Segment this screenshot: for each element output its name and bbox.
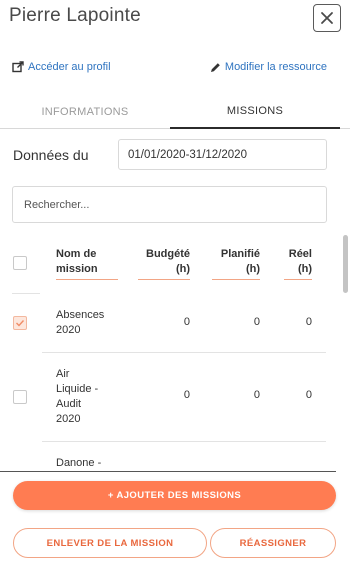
- table-row[interactable]: Absences 2020 0 0 0: [0, 293, 336, 352]
- mission-name-line: 2020: [56, 413, 81, 425]
- close-button[interactable]: [313, 4, 341, 32]
- actual-hours: 0: [305, 316, 312, 328]
- edit-resource-link-label: Modifier la ressource: [224, 61, 327, 73]
- column-header-planned[interactable]: Planifié (h): [212, 247, 260, 280]
- mission-name-line: Danone -: [56, 457, 102, 469]
- actual-hours: 0: [305, 389, 312, 401]
- date-range-input[interactable]: 01/01/2020 - 31/12/2020: [118, 139, 327, 170]
- table-row[interactable]: Danone -: [0, 441, 336, 471]
- profile-link-label: Accéder au profil: [28, 61, 111, 73]
- external-link-icon: [12, 61, 24, 73]
- budgeted-hours: 0: [183, 316, 190, 328]
- column-header-budgeted-line2: (h): [175, 263, 190, 275]
- table-row[interactable]: Air Liquide - Audit 2020 0 0 0: [0, 352, 336, 441]
- column-header-name-line2: mission: [56, 263, 98, 275]
- mission-name-line: Air: [56, 368, 70, 380]
- row-divider: [12, 293, 40, 294]
- scrollbar-thumb[interactable]: [343, 235, 348, 293]
- search-placeholder: Rechercher...: [24, 198, 90, 211]
- row-divider: [42, 352, 326, 353]
- row-checkbox[interactable]: [13, 316, 27, 330]
- profile-link[interactable]: Accéder au profil: [12, 61, 111, 73]
- missions-table: Nom de mission Budgété (h) Planifié (h) …: [0, 240, 336, 472]
- tab-missions[interactable]: MISSIONS: [170, 94, 340, 129]
- mission-name-line: Audit: [56, 398, 82, 410]
- column-header-actual-line1: Réel: [288, 248, 312, 260]
- column-header-budgeted[interactable]: Budgété (h): [138, 247, 190, 280]
- header-underline: [138, 279, 190, 280]
- header-underline: [212, 279, 260, 280]
- mission-name: Air Liquide - Audit 2020: [56, 367, 98, 427]
- check-icon: [16, 320, 25, 327]
- row-checkbox[interactable]: [13, 390, 27, 404]
- pencil-icon: [210, 62, 220, 72]
- date-start: 01/01/2020: [128, 148, 186, 161]
- period-filter: Données du 01/01/2020 - 31/12/2020: [0, 139, 350, 171]
- edit-resource-link[interactable]: Modifier la ressource: [210, 61, 327, 73]
- column-header-planned-line1: Planifié: [220, 248, 260, 260]
- column-header-planned-line2: (h): [245, 263, 260, 275]
- column-header-name[interactable]: Nom de mission: [56, 247, 118, 280]
- add-missions-button[interactable]: + AJOUTER DES MISSIONS: [13, 481, 336, 510]
- mission-name-line: Absences: [56, 309, 105, 321]
- header-underline: [56, 279, 118, 280]
- header-underline: [284, 279, 312, 280]
- planned-hours: 0: [253, 389, 260, 401]
- page-title: Pierre Lapointe: [9, 5, 141, 26]
- resource-links: Accéder au profil Modifier la ressource: [0, 61, 350, 77]
- select-all-checkbox[interactable]: [13, 256, 27, 270]
- mission-name: Absences 2020: [56, 308, 104, 338]
- column-header-name-line1: Nom de: [56, 248, 97, 260]
- column-header-actual-line2: (h): [297, 263, 312, 275]
- reassign-button[interactable]: RÉASSIGNER: [210, 528, 336, 558]
- remove-from-mission-button[interactable]: ENLEVER DE LA MISSION: [13, 528, 207, 558]
- mission-name-line: Liquide -: [56, 383, 99, 395]
- planned-hours: 0: [253, 316, 260, 328]
- row-divider: [42, 441, 326, 442]
- panel-header: Pierre Lapointe: [0, 0, 350, 40]
- date-end: 31/12/2020: [189, 148, 247, 161]
- panel-scrollbar[interactable]: [343, 235, 348, 472]
- table-header: Nom de mission Budgété (h) Planifié (h) …: [0, 240, 336, 290]
- tab-informations[interactable]: INFORMATIONS: [0, 94, 170, 129]
- column-header-budgeted-line1: Budgété: [146, 248, 190, 260]
- mission-name: Danone -: [56, 456, 101, 471]
- close-icon: [321, 12, 333, 24]
- column-header-actual[interactable]: Réel (h): [284, 247, 312, 280]
- search-input[interactable]: Rechercher...: [12, 186, 327, 223]
- period-label: Données du: [13, 147, 89, 163]
- tab-bar: INFORMATIONS MISSIONS: [0, 94, 350, 129]
- mission-name-line: 2020: [56, 324, 81, 336]
- budgeted-hours: 0: [183, 389, 190, 401]
